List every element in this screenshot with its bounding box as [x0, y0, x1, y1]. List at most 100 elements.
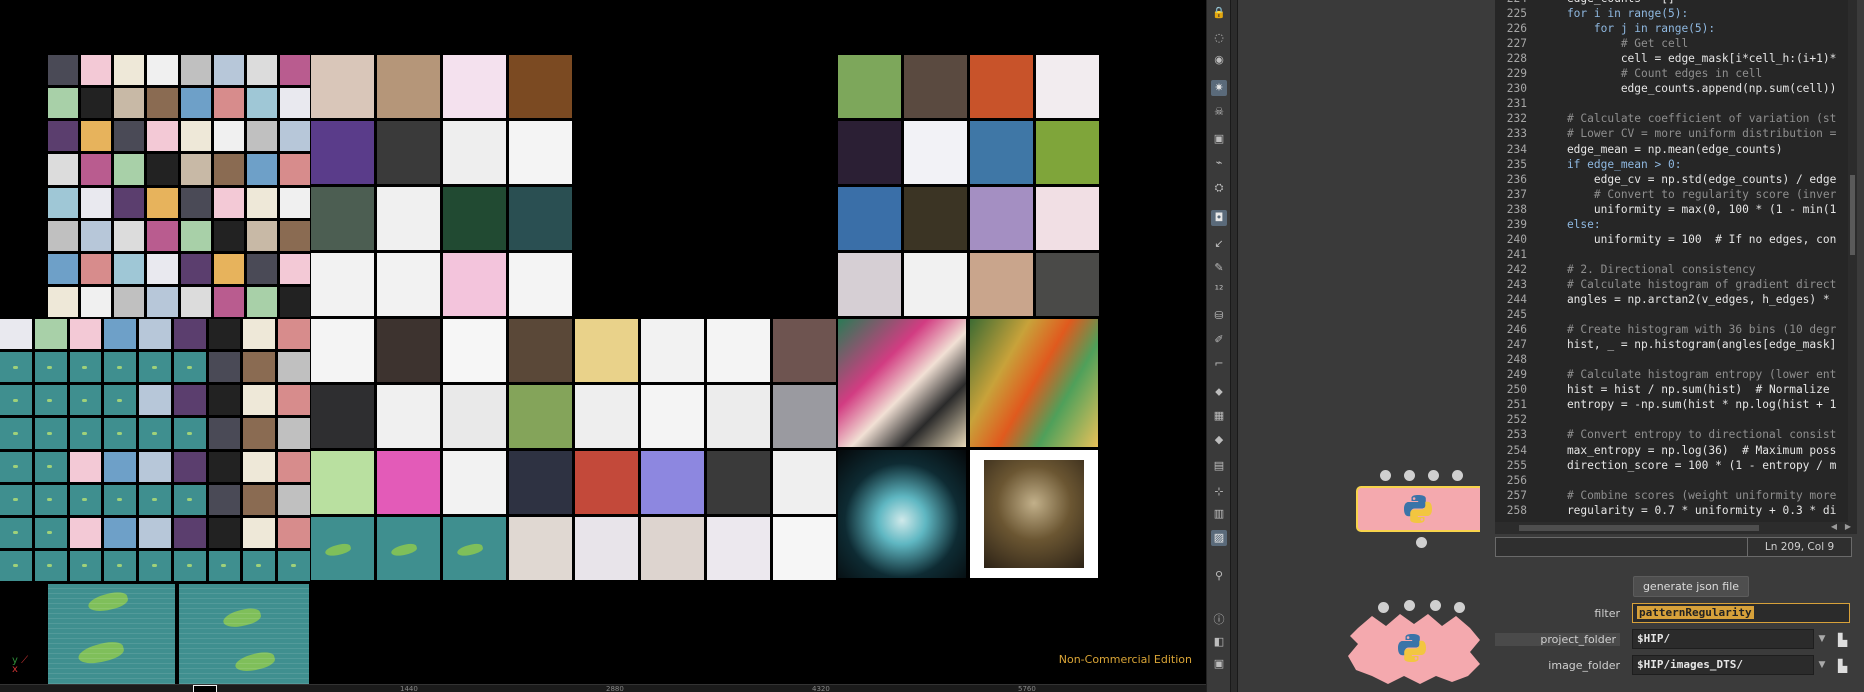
thumbnail[interactable]	[180, 55, 211, 86]
thumbnail[interactable]	[279, 253, 310, 284]
thumbnail[interactable]	[173, 418, 206, 449]
thumbnail[interactable]	[147, 121, 178, 152]
thumbnail[interactable]	[377, 517, 440, 580]
thumbnail[interactable]	[243, 484, 276, 515]
thumbnail[interactable]	[509, 55, 572, 118]
thumbnail[interactable]	[34, 451, 67, 482]
thumbnail[interactable]	[48, 154, 79, 185]
thumbnail[interactable]	[641, 319, 704, 382]
thumbnail[interactable]	[0, 319, 32, 350]
thumbnail[interactable]	[69, 550, 102, 581]
thumbnail[interactable]	[279, 55, 310, 86]
node-input-dot[interactable]	[1380, 470, 1391, 481]
thumbnail[interactable]	[970, 187, 1033, 250]
thumbnail[interactable]	[246, 154, 277, 185]
thumbnail[interactable]	[208, 484, 241, 515]
thumbnail[interactable]	[773, 451, 836, 514]
thumbnail[interactable]	[180, 220, 211, 251]
scroll-left-icon[interactable]: ◀	[1831, 522, 1837, 531]
thumbnail[interactable]	[509, 451, 572, 514]
thumbnail-teal-large[interactable]	[48, 584, 175, 684]
overlay-icon[interactable]: ◧	[1211, 634, 1227, 650]
thumbnail[interactable]	[509, 319, 572, 382]
thumbnail[interactable]	[48, 55, 79, 86]
node-input-dot[interactable]	[1428, 470, 1439, 481]
thumbnail[interactable]	[180, 88, 211, 119]
thumbnail-poster-orange[interactable]	[970, 319, 1098, 447]
thumbnail[interactable]	[246, 253, 277, 284]
thumbnail[interactable]	[904, 253, 967, 316]
thumbnail[interactable]	[81, 286, 112, 317]
thumbnail[interactable]	[180, 154, 211, 185]
thumbnail[interactable]	[509, 385, 572, 448]
filter-field[interactable]: patternRegularity	[1632, 603, 1850, 623]
eraser-icon[interactable]: ⬥	[1211, 384, 1227, 400]
thumbnail[interactable]	[377, 451, 440, 514]
thumbnail[interactable]	[34, 550, 67, 581]
thumbnail[interactable]	[773, 385, 836, 448]
thumbnail[interactable]	[311, 55, 374, 118]
thumbnail[interactable]	[104, 418, 137, 449]
thumbnail[interactable]	[0, 451, 32, 482]
node-input-dot[interactable]	[1404, 470, 1415, 481]
ruler-icon[interactable]: ⌐	[1211, 356, 1227, 372]
layers-icon[interactable]: ◆	[1211, 432, 1227, 448]
thumbnail[interactable]	[208, 319, 241, 350]
thumbnail[interactable]	[278, 418, 310, 449]
ghost-icon[interactable]: ◌	[1211, 30, 1227, 46]
thumbnail[interactable]	[69, 484, 102, 515]
pin-icon[interactable]: ⚲	[1211, 568, 1227, 584]
scrollbar-thumb[interactable]	[1519, 525, 1759, 531]
image-folder-field[interactable]: $HIP/images_DTS/	[1632, 655, 1814, 675]
thumbnail[interactable]	[208, 352, 241, 383]
thumbnail[interactable]	[213, 121, 244, 152]
thumbnail[interactable]	[104, 550, 137, 581]
python-node-selected[interactable]	[1356, 486, 1480, 532]
thumbnail[interactable]	[139, 451, 171, 482]
file-chooser-icon[interactable]: ▙	[1838, 633, 1850, 647]
thumbnail[interactable]	[213, 187, 244, 218]
thumbnail[interactable]	[243, 385, 276, 416]
thumbnail[interactable]	[139, 517, 171, 548]
thumbnail[interactable]	[970, 253, 1033, 316]
thumbnail[interactable]	[114, 121, 145, 152]
thumbnail[interactable]	[246, 55, 277, 86]
thumbnail[interactable]	[970, 55, 1033, 118]
thumbnail[interactable]	[81, 121, 112, 152]
thumbnail[interactable]	[173, 550, 206, 581]
thumbnail[interactable]	[377, 55, 440, 118]
thumbnail[interactable]	[173, 517, 206, 548]
grid-icon[interactable]: ▦	[1211, 408, 1227, 424]
thumbnail[interactable]	[34, 418, 67, 449]
node-input-dot[interactable]	[1452, 470, 1463, 481]
number-icon[interactable]: ¹²	[1211, 282, 1227, 298]
vertical-scrollbar[interactable]	[1848, 0, 1857, 522]
thumbnail[interactable]	[443, 451, 506, 514]
thumbnail[interactable]	[81, 253, 112, 284]
thumbnail[interactable]	[173, 319, 206, 350]
thumbnail[interactable]	[180, 187, 211, 218]
thumbnail[interactable]	[0, 517, 32, 548]
timeline-ruler[interactable]: 1440 2880 4320 5760 7200	[0, 684, 1206, 692]
image-grid-viewport[interactable]: Non-Commercial Edition y ⟋ x	[0, 0, 1206, 684]
thumbnail[interactable]	[213, 154, 244, 185]
thumbnail[interactable]	[81, 187, 112, 218]
thumbnail[interactable]	[34, 385, 67, 416]
thumbnail[interactable]	[377, 187, 440, 250]
thumbnail[interactable]	[104, 352, 137, 383]
thumbnail[interactable]	[1036, 121, 1099, 184]
thumbnail[interactable]	[243, 352, 276, 383]
thumbnail[interactable]	[443, 187, 506, 250]
thumbnail[interactable]	[173, 451, 206, 482]
thumbnail[interactable]	[213, 88, 244, 119]
thumbnail[interactable]	[311, 187, 374, 250]
scroll-right-icon[interactable]: ▶	[1845, 522, 1851, 531]
generate-json-button[interactable]: generate json file	[1633, 576, 1749, 597]
thumbnail[interactable]	[114, 55, 145, 86]
flashlight-icon[interactable]: ⌁	[1211, 155, 1227, 171]
code-editor[interactable]: 224 edge_counts = [] 225 for i in range(5…	[1495, 0, 1857, 522]
thumbnail[interactable]	[509, 253, 572, 316]
thumbnail[interactable]	[838, 121, 901, 184]
thumbnail[interactable]	[139, 319, 171, 350]
thumbnail[interactable]	[147, 55, 178, 86]
